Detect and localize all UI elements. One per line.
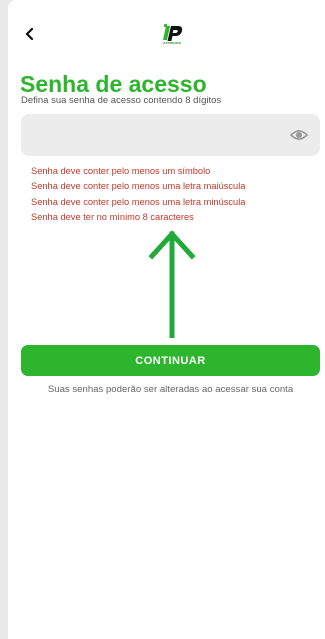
eye-icon[interactable] [290, 127, 308, 143]
footer-note: Suas senhas poderão ser alteradas ao ace… [47, 384, 294, 395]
page-title: Senha de acesso [20, 71, 207, 97]
validation-error: Senha deve ter no mínimo 8 caracteres [31, 211, 194, 222]
validation-error: Senha deve conter pelo menos um símbolo [31, 166, 211, 176]
logo-text: IAPPRENDO [162, 41, 182, 45]
header: IAPPRENDO [8, 0, 325, 60]
validation-error: Senha deve conter pelo menos uma letra m… [31, 181, 246, 192]
arrow-up-icon [148, 230, 196, 338]
validation-error-list: Senha deve conter pelo menos um símbolo … [31, 164, 245, 225]
validation-error: Senha deve conter pelo menos uma letra m… [31, 196, 246, 207]
back-button[interactable] [20, 24, 40, 44]
password-input[interactable] [31, 114, 285, 158]
chevron-left-icon [25, 28, 34, 40]
page-subtitle: Defina sua senha de acesso contendo 8 dí… [21, 95, 222, 106]
app-screen: IAPPRENDO Senha de acesso Defina sua sen… [8, 0, 325, 639]
continue-button[interactable]: CONTINUAR [21, 345, 320, 376]
password-field[interactable] [21, 114, 320, 158]
